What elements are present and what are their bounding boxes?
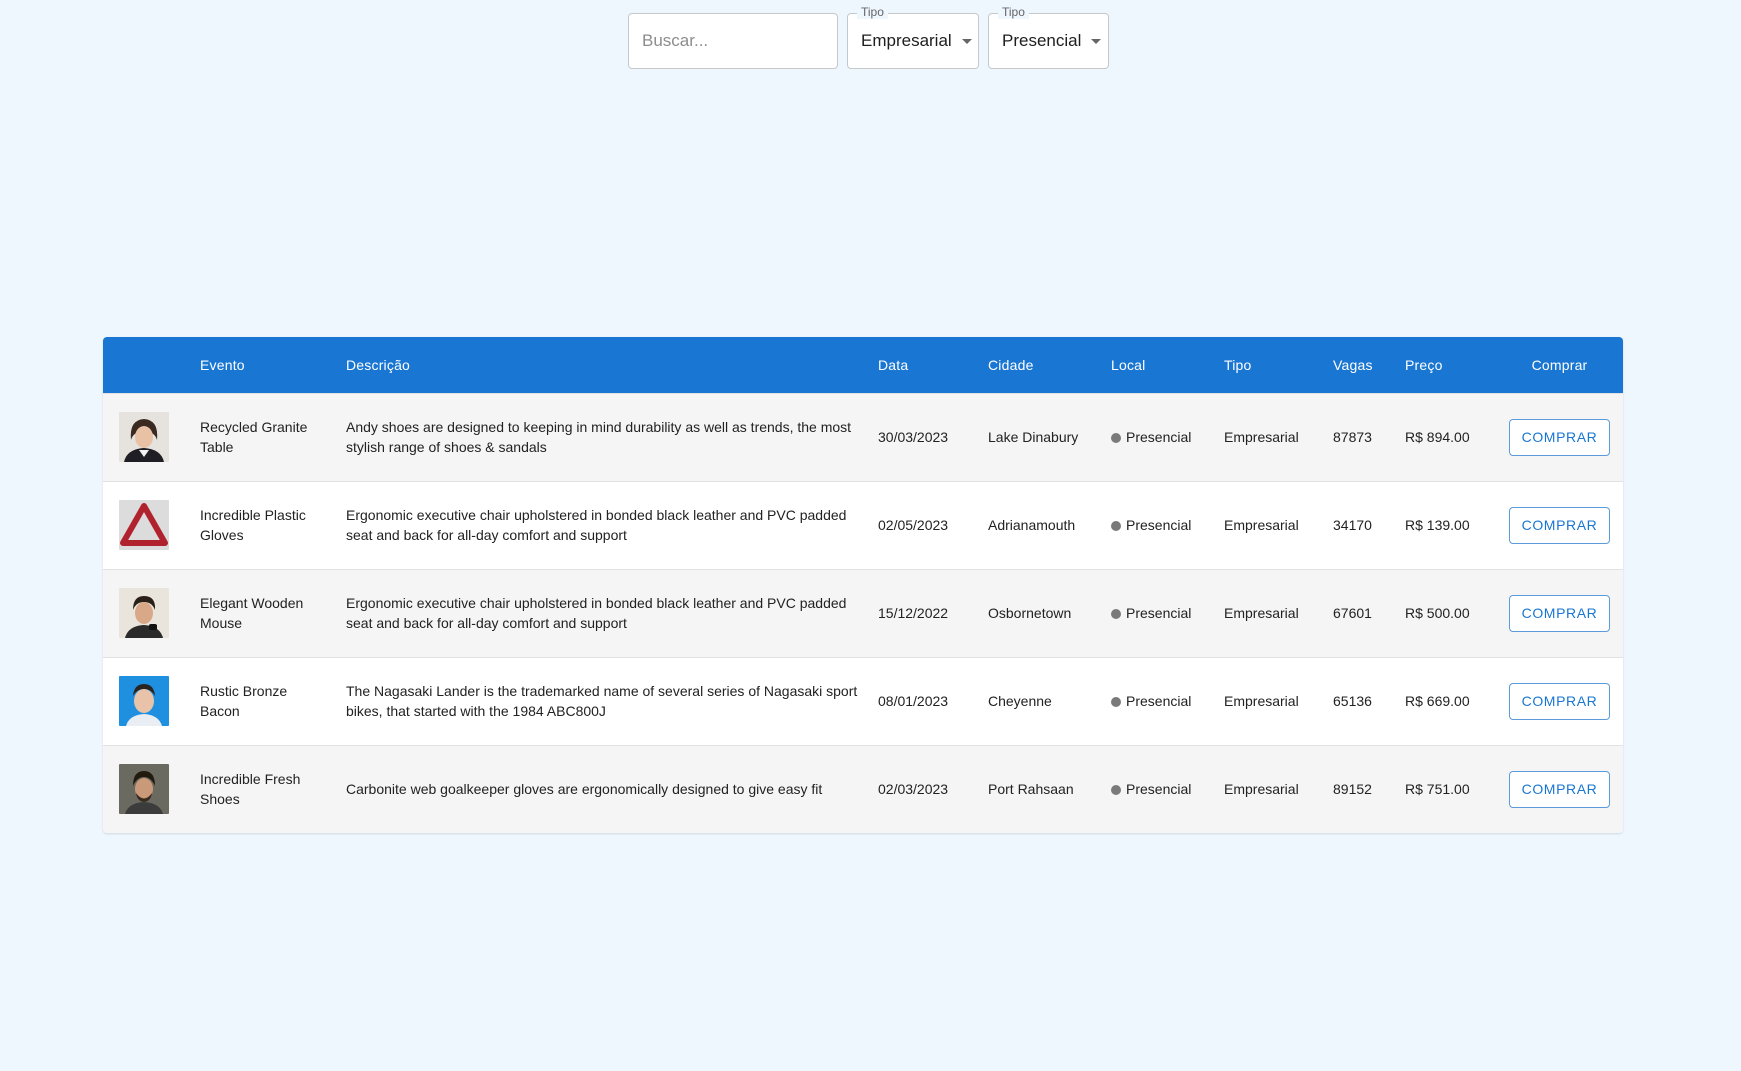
status-dot-icon <box>1111 433 1121 443</box>
table-row: Elegant Wooden Mouse Ergonomic executive… <box>103 569 1623 657</box>
cell-cidade: Port Rahsaan <box>988 781 1074 798</box>
cell-tipo: Empresarial <box>1224 693 1299 709</box>
warning-triangle-icon <box>119 500 169 550</box>
cell-preco: R$ 894.00 <box>1405 429 1470 445</box>
cell-data: 30/03/2023 <box>878 429 949 445</box>
avatar-man-icon <box>119 588 169 638</box>
cell-vagas: 67601 <box>1333 605 1372 621</box>
cell-tipo: Empresarial <box>1224 605 1299 621</box>
cell-preco: R$ 669.00 <box>1405 693 1470 709</box>
events-table: Evento Descrição Data Cidade Local Tipo … <box>103 337 1623 833</box>
avatar-man-blue-icon <box>119 676 169 726</box>
tipo-select-value: Empresarial <box>861 31 952 50</box>
tipo-select-empresarial[interactable]: Tipo Empresarial <box>847 5 979 69</box>
cell-preco: R$ 139.00 <box>1405 517 1470 533</box>
cell-cidade: Adrianamouth <box>988 517 1076 533</box>
local-label: Presencial <box>1126 605 1192 621</box>
header-descricao: Descrição <box>346 356 411 373</box>
cell-evento: Recycled Granite Table <box>200 419 308 455</box>
header-image <box>103 337 192 393</box>
cell-data: 15/12/2022 <box>878 605 949 621</box>
header-comprar: Comprar <box>1531 356 1588 373</box>
local-label: Presencial <box>1126 781 1192 798</box>
cell-vagas: 65136 <box>1333 693 1372 709</box>
cell-evento: Elegant Wooden Mouse <box>200 595 304 631</box>
table-row: Incredible Fresh Shoes Carbonite web goa… <box>103 745 1623 833</box>
filter-bar: Tipo Empresarial Tipo Presencial <box>628 5 1109 69</box>
status-dot-icon <box>1111 609 1121 619</box>
cell-preco: R$ 751.00 <box>1405 781 1470 798</box>
comprar-button[interactable]: COMPRAR <box>1509 682 1610 720</box>
tipo-select-presencial[interactable]: Tipo Presencial <box>988 5 1109 69</box>
header-evento: Evento <box>200 356 245 373</box>
search-input[interactable] <box>628 13 838 69</box>
local-label: Presencial <box>1126 429 1192 445</box>
header-preco: Preço <box>1405 356 1443 373</box>
cell-local: Presencial <box>1103 393 1216 481</box>
avatar-woman-icon <box>119 412 169 462</box>
cell-tipo: Empresarial <box>1224 429 1299 445</box>
header-tipo: Tipo <box>1224 356 1252 373</box>
cell-evento: Incredible Fresh Shoes <box>200 771 301 808</box>
cell-data: 02/03/2023 <box>878 781 949 798</box>
cell-cidade: Lake Dinabury <box>988 429 1079 445</box>
cell-vagas: 34170 <box>1333 517 1372 533</box>
header-cidade: Cidade <box>988 356 1034 373</box>
cell-data: 02/05/2023 <box>878 517 949 533</box>
cell-vagas: 87873 <box>1333 429 1372 445</box>
cell-local: Presencial <box>1103 745 1216 833</box>
tipo-select-label: Tipo <box>857 5 888 19</box>
cell-tipo: Empresarial <box>1224 781 1299 798</box>
cell-evento: Rustic Bronze Bacon <box>200 683 288 719</box>
status-dot-icon <box>1111 785 1121 796</box>
comprar-button[interactable]: COMPRAR <box>1509 418 1610 456</box>
caret-down-icon <box>961 38 972 44</box>
avatar-man-beard-icon <box>119 764 169 815</box>
cell-descricao: The Nagasaki Lander is the trademarked n… <box>346 683 858 719</box>
caret-down-icon <box>1091 38 1102 44</box>
cell-vagas: 89152 <box>1333 781 1372 798</box>
comprar-button[interactable]: COMPRAR <box>1509 506 1610 544</box>
status-dot-icon <box>1111 521 1121 531</box>
cell-descricao: Carbonite web goalkeeper gloves are ergo… <box>346 781 823 798</box>
local-label: Presencial <box>1126 693 1192 709</box>
local-label: Presencial <box>1126 517 1192 533</box>
cell-descricao: Ergonomic executive chair upholstered in… <box>346 507 847 543</box>
cell-descricao: Andy shoes are designed to keeping in mi… <box>346 419 852 455</box>
tipo-select-label: Tipo <box>998 5 1029 19</box>
tipo-select-value: Presencial <box>1002 31 1082 50</box>
header-data: Data <box>878 356 909 373</box>
cell-data: 08/01/2023 <box>878 693 949 709</box>
cell-descricao: Ergonomic executive chair upholstered in… <box>346 595 847 631</box>
comprar-button[interactable]: COMPRAR <box>1509 594 1610 632</box>
cell-preco: R$ 500.00 <box>1405 605 1470 621</box>
cell-cidade: Cheyenne <box>988 693 1052 709</box>
cell-local: Presencial <box>1103 481 1216 569</box>
table-header-row: Evento Descrição Data Cidade Local Tipo … <box>103 337 1623 393</box>
comprar-button[interactable]: COMPRAR <box>1509 770 1610 808</box>
cell-local: Presencial <box>1103 657 1216 745</box>
cell-cidade: Osbornetown <box>988 605 1072 621</box>
header-vagas: Vagas <box>1333 356 1373 373</box>
table-row: Rustic Bronze Bacon The Nagasaki Lander … <box>103 657 1623 745</box>
cell-evento: Incredible Plastic Gloves <box>200 507 306 543</box>
cell-local: Presencial <box>1103 569 1216 657</box>
cell-tipo: Empresarial <box>1224 517 1299 533</box>
header-local: Local <box>1111 356 1146 373</box>
status-dot-icon <box>1111 697 1121 707</box>
table-row: Incredible Plastic Gloves Ergonomic exec… <box>103 481 1623 569</box>
table-row: Recycled Granite Table Andy shoes are de… <box>103 393 1623 481</box>
